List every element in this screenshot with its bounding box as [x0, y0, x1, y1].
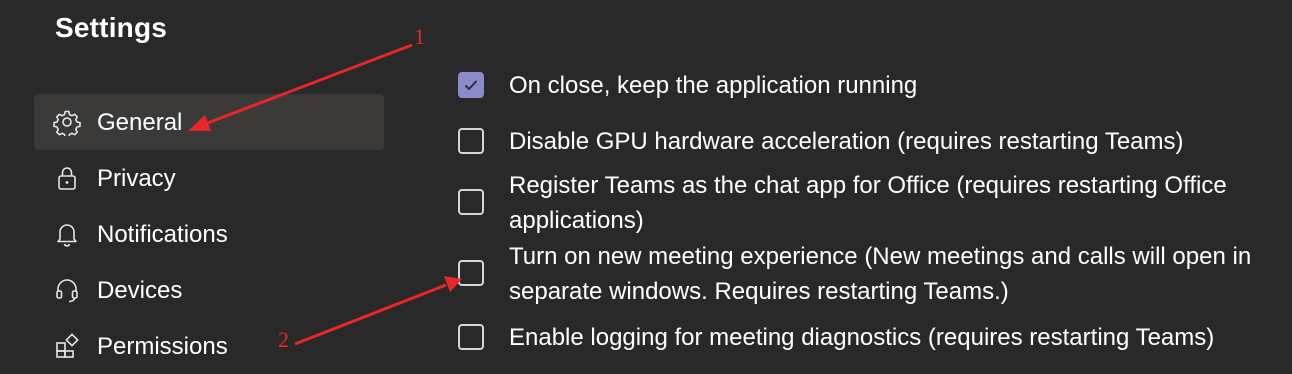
bell-icon — [57, 224, 77, 247]
checkmark-icon — [464, 80, 478, 91]
disable-gpu-checkbox[interactable] — [458, 128, 484, 154]
annotation-number-1: 1 — [414, 24, 425, 49]
option-label: Register Teams as the chat app for Offic… — [509, 172, 1227, 234]
sidebar-item-label: General — [97, 109, 183, 136]
annotation-number-2: 2 — [278, 327, 289, 352]
sidebar-item-label: Devices — [97, 277, 183, 304]
sidebar-item-general[interactable]: General — [34, 94, 384, 150]
sidebar-item-label: Privacy — [97, 165, 176, 192]
sidebar-item-devices[interactable]: Devices — [34, 262, 384, 318]
option-label: On close, keep the application running — [509, 72, 918, 99]
gear-icon — [53, 110, 81, 136]
sidebar-item-notifications[interactable]: Notifications — [34, 206, 384, 262]
lock-icon — [58, 167, 76, 190]
keep-running-checkbox[interactable] — [458, 72, 484, 98]
sidebar-item-permissions[interactable]: Permissions — [34, 318, 384, 374]
new-meeting-experience-checkbox[interactable] — [458, 260, 484, 286]
register-chat-app-checkbox[interactable] — [458, 189, 484, 215]
sidebar-item-privacy[interactable]: Privacy — [34, 150, 384, 206]
apps-icon — [56, 333, 79, 358]
meeting-diagnostics-checkbox[interactable] — [458, 324, 484, 350]
sidebar-item-label: Permissions — [97, 333, 228, 360]
page-title: Settings — [55, 12, 168, 43]
option-label: Turn on new meeting experience (New meet… — [509, 243, 1252, 305]
option-label: Disable GPU hardware acceleration (requi… — [509, 128, 1184, 155]
sidebar-item-label: Notifications — [97, 221, 228, 248]
option-label: Enable logging for meeting diagnostics (… — [509, 324, 1215, 351]
headset-icon — [56, 279, 78, 303]
